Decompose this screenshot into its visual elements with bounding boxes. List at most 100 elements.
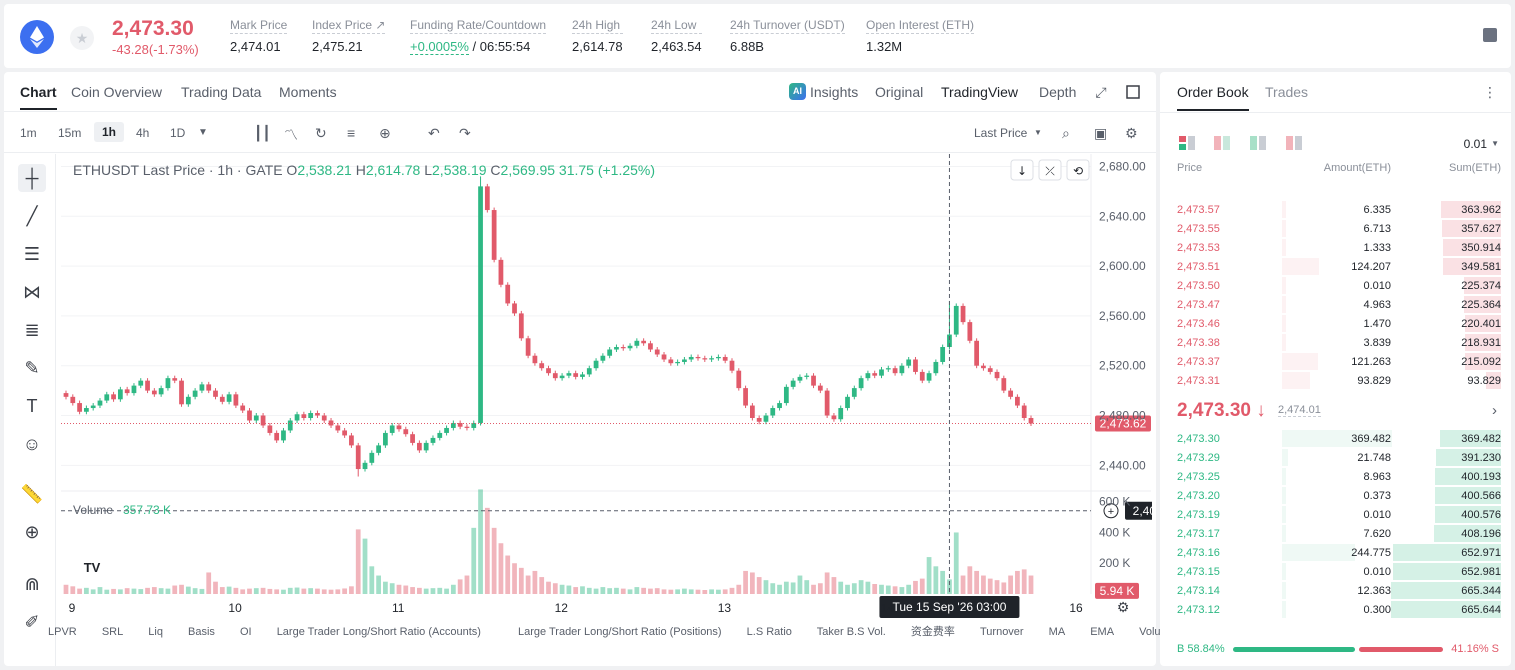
price-chart[interactable]: 2,473.62+2,403.51Tue 15 Sep '26 03:002,6… <box>61 154 1152 619</box>
timeframe-4h[interactable]: 4h <box>136 126 149 140</box>
add-indicator-icon[interactable]: ⊕ <box>379 125 391 142</box>
ask-row[interactable]: 2,473.57 6.335 363.962 <box>1160 200 1511 219</box>
chevron-down-icon[interactable]: ▼ <box>1034 128 1042 137</box>
horizontal-lines-icon[interactable]: ☰ <box>18 240 46 268</box>
price-type-select[interactable]: Last Price <box>974 126 1027 140</box>
ask-row[interactable]: 2,473.53 1.333 350.914 <box>1160 238 1511 257</box>
timeframe-1h[interactable]: 1h <box>94 122 125 142</box>
notes-icon[interactable] <box>1483 28 1497 42</box>
volume-bar <box>716 589 721 594</box>
indicator-taker-vol[interactable]: Taker B.S Vol. <box>817 626 886 638</box>
ask-row[interactable]: 2,473.37 121.263 215.092 <box>1160 352 1511 371</box>
view-tradingview[interactable]: TradingView <box>941 84 1018 100</box>
indicator-ema[interactable]: EMA <box>1090 626 1114 638</box>
indicators-icon[interactable]: 〽 <box>284 125 298 145</box>
volume-bar <box>233 587 239 594</box>
camera-icon[interactable]: ▣ <box>1094 125 1107 142</box>
undo-icon[interactable]: ↶ <box>428 125 440 142</box>
fib-icon[interactable]: ≣ <box>18 316 46 344</box>
indicator-srl[interactable]: SRL <box>102 626 123 638</box>
view-bids-icon[interactable] <box>1250 136 1266 155</box>
favorite-star-icon[interactable]: ★ <box>70 26 94 50</box>
search-icon[interactable]: ⌕ <box>1062 125 1070 142</box>
indicator-oi[interactable]: OI <box>240 626 252 638</box>
expand-icon[interactable]: ⤢ <box>1094 85 1108 99</box>
view-both-icon[interactable] <box>1179 136 1195 155</box>
tab-chart[interactable]: Chart <box>20 84 57 110</box>
ask-row[interactable]: 2,473.50 0.010 225.374 <box>1160 276 1511 295</box>
view-asks-icon[interactable] <box>1214 136 1230 155</box>
candle-type-icon[interactable]: ┃┃ <box>254 125 271 142</box>
indicator-lpvr[interactable]: LPVR <box>48 626 77 638</box>
tab-coin-overview[interactable]: Coin Overview <box>71 84 162 100</box>
pattern-icon[interactable]: ⋈ <box>18 278 46 306</box>
indicator-liq[interactable]: Liq <box>148 626 163 638</box>
view-original[interactable]: Original <box>875 84 923 100</box>
indicator-ma[interactable]: MA <box>1049 626 1066 638</box>
chevron-down-icon[interactable]: ▼ <box>1491 139 1499 148</box>
crosshair-icon[interactable]: ┼ <box>18 164 46 192</box>
zoom-in-icon[interactable]: ⊕ <box>18 518 46 546</box>
indicator-large-trader-positions[interactable]: Large Trader Long/Short Ratio (Positions… <box>518 626 722 638</box>
bid-row[interactable]: 2,473.19 0.010 400.576 <box>1160 505 1511 524</box>
volume-bar <box>743 570 748 594</box>
timeframe-1d[interactable]: 1D <box>170 126 185 140</box>
view-depth[interactable]: Depth <box>1039 84 1076 100</box>
precision-select[interactable]: 0.01 <box>1464 137 1487 151</box>
indicator-funding-rate[interactable]: 资金费率 <box>911 626 955 638</box>
ask-row[interactable]: 2,473.38 3.839 218.931 <box>1160 333 1511 352</box>
magnet-icon[interactable]: ⋒ <box>18 570 46 598</box>
bid-row[interactable]: 2,473.15 0.010 652.981 <box>1160 562 1511 581</box>
text-tool-icon[interactable]: T <box>18 392 46 420</box>
indicator-volume[interactable]: Volu <box>1139 626 1160 638</box>
bid-row[interactable]: 2,473.20 0.373 400.566 <box>1160 486 1511 505</box>
ask-row[interactable]: 2,473.47 4.963 225.364 <box>1160 295 1511 314</box>
refresh-icon[interactable]: ↻ <box>315 125 327 142</box>
ask-row[interactable]: 2,473.51 124.207 349.581 <box>1160 257 1511 276</box>
tab-order-book[interactable]: Order Book <box>1177 84 1249 111</box>
bid-row[interactable]: 2,473.17 7.620 408.196 <box>1160 524 1511 543</box>
stat-index-price[interactable]: Index Price ↗ 2,475.21 <box>312 18 386 54</box>
volume-bar <box>634 587 640 594</box>
window-icon[interactable] <box>1126 85 1140 99</box>
more-icon[interactable]: ⋮ <box>1483 84 1497 101</box>
ask-row[interactable]: 2,473.31 93.829 93.829 <box>1160 371 1511 390</box>
bid-row[interactable]: 2,473.16 244.775 652.971 <box>1160 543 1511 562</box>
bid-row[interactable]: 2,473.25 8.963 400.193 <box>1160 467 1511 486</box>
bid-row[interactable]: 2,473.29 21.748 391.230 <box>1160 448 1511 467</box>
tab-trades[interactable]: Trades <box>1265 84 1308 100</box>
emoji-icon[interactable]: ☺ <box>18 430 46 458</box>
volume-bar <box>328 589 334 594</box>
indicator-large-trader-accounts[interactable]: Large Trader Long/Short Ratio (Accounts) <box>277 626 481 638</box>
bid-row[interactable]: 2,473.30 369.482 369.482 <box>1160 429 1511 448</box>
chevron-right-icon[interactable]: › <box>1492 402 1497 419</box>
tab-trading-data[interactable]: Trading Data <box>181 84 261 100</box>
indicator-basis[interactable]: Basis <box>188 626 215 638</box>
candle <box>906 359 912 366</box>
timeframe-15m[interactable]: 15m <box>58 126 81 140</box>
templates-icon[interactable]: ≡ <box>347 125 355 141</box>
bid-row[interactable]: 2,473.12 0.300 665.644 <box>1160 600 1511 619</box>
ruler-icon[interactable]: 📏 <box>18 480 46 508</box>
order-amount: 369.482 <box>1351 433 1391 445</box>
ask-row[interactable]: 2,473.46 1.470 220.401 <box>1160 314 1511 333</box>
timeframe-dropdown-icon[interactable]: ▼ <box>198 127 208 138</box>
tab-moments[interactable]: Moments <box>279 84 337 100</box>
redo-icon[interactable]: ↷ <box>459 125 471 142</box>
bid-row[interactable]: 2,473.14 12.363 665.344 <box>1160 581 1511 600</box>
view-sells-icon[interactable] <box>1286 136 1302 155</box>
view-insights[interactable]: Insights <box>810 84 858 100</box>
pencil-lock-icon[interactable]: ✐ <box>18 608 46 636</box>
order-price: 2,473.30 <box>1177 433 1220 445</box>
indicator-ls-ratio[interactable]: L.S Ratio <box>747 626 792 638</box>
ask-row[interactable]: 2,473.55 6.713 357.627 <box>1160 219 1511 238</box>
indicator-turnover[interactable]: Turnover <box>980 626 1024 638</box>
candle <box>104 394 110 401</box>
trendline-icon[interactable]: ╱ <box>18 202 46 230</box>
volume-bar <box>532 570 538 594</box>
candle <box>614 347 619 350</box>
brush-icon[interactable]: ✎ <box>18 354 46 382</box>
timeframe-1m[interactable]: 1m <box>20 126 37 140</box>
candle <box>899 365 905 374</box>
gear-icon[interactable]: ⚙ <box>1125 125 1138 142</box>
